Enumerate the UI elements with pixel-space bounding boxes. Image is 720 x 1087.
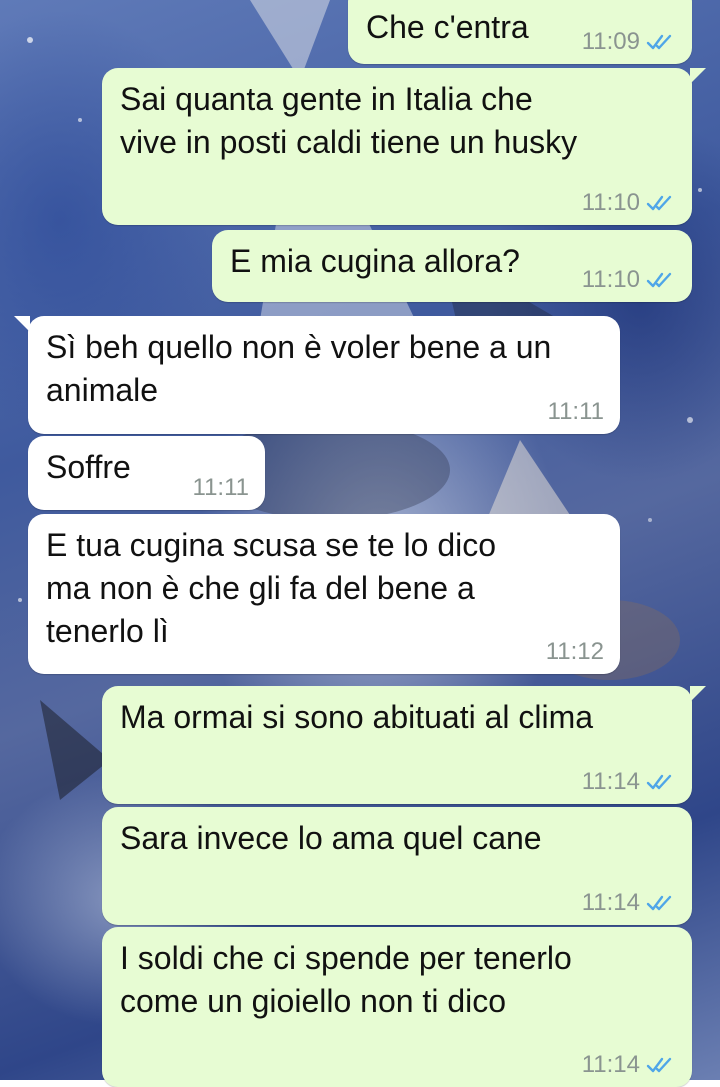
message-text: E tua cugina scusa se te lo dico: [46, 527, 497, 563]
message-text: ma non è che gli fa del bene a: [46, 570, 475, 606]
double-check-icon: [646, 1057, 672, 1073]
message-meta: 11:11: [193, 474, 250, 502]
outgoing-message-bubble[interactable]: Sara invece lo ama quel cane 11:14: [102, 807, 692, 925]
outgoing-message-bubble[interactable]: E mia cugina allora? 11:10: [212, 230, 692, 302]
message-text: come un gioiello non ti dico: [120, 983, 507, 1019]
message-meta: 11:14: [582, 889, 676, 917]
bubble-tail: [14, 316, 30, 332]
incoming-message-bubble[interactable]: Sì beh quello non è voler bene a un anima…: [14, 316, 620, 434]
double-check-icon: [646, 774, 672, 790]
incoming-message-bubble[interactable]: E tua cugina scusa se te lo dico ma non è…: [28, 514, 620, 674]
message-meta: 11:12: [546, 638, 604, 666]
message-text: I soldi che ci spende per tenerlo: [120, 940, 572, 976]
message-timestamp: 11:10: [581, 266, 640, 293]
message-timestamp: 11:09: [581, 28, 640, 55]
outgoing-message-bubble[interactable]: I soldi che ci spende per tenerlo come un…: [102, 927, 692, 1087]
message-meta: 11:10: [582, 266, 676, 294]
double-check-icon: [646, 895, 672, 911]
message-meta: 11:14: [582, 768, 676, 796]
message-timestamp: 11:11: [547, 398, 605, 425]
message-timestamp: 11:14: [581, 1051, 640, 1078]
message-list[interactable]: Che c'entra 11:09 Sai quanta gente in Ital…: [0, 0, 720, 1087]
outgoing-message-bubble[interactable]: Ma ormai si sono abituati al clima 11:14: [102, 686, 706, 804]
bubble-tail: [690, 68, 706, 84]
message-text: vive in posti caldi tiene un husky: [120, 124, 578, 160]
message-timestamp: 11:10: [581, 189, 640, 216]
message-text: tenerlo lì: [46, 613, 169, 649]
message-meta: 11:14: [582, 1051, 676, 1079]
message-meta: 11:11: [548, 398, 605, 426]
message-timestamp: 11:11: [192, 474, 250, 501]
message-text: Sara invece lo ama quel cane: [120, 820, 542, 856]
message-text: animale: [46, 372, 159, 408]
double-check-icon: [646, 195, 672, 211]
message-text: Sai quanta gente in Italia che: [120, 81, 533, 117]
incoming-message-bubble[interactable]: Soffre 11:11: [28, 436, 265, 510]
bubble-tail: [690, 686, 706, 702]
double-check-icon: [646, 34, 672, 50]
message-text: Sì beh quello non è voler bene a un: [46, 329, 552, 365]
message-timestamp: 11:12: [545, 638, 604, 665]
message-timestamp: 11:14: [581, 889, 640, 916]
outgoing-message-bubble[interactable]: Che c'entra 11:09: [348, 0, 692, 64]
message-timestamp: 11:14: [581, 768, 640, 795]
message-meta: 11:10: [582, 189, 676, 217]
message-text: Ma ormai si sono abituati al clima: [120, 699, 594, 735]
message-meta: 11:09: [582, 28, 676, 56]
double-check-icon: [646, 272, 672, 288]
outgoing-message-bubble[interactable]: Sai quanta gente in Italia che vive in po…: [102, 68, 706, 225]
